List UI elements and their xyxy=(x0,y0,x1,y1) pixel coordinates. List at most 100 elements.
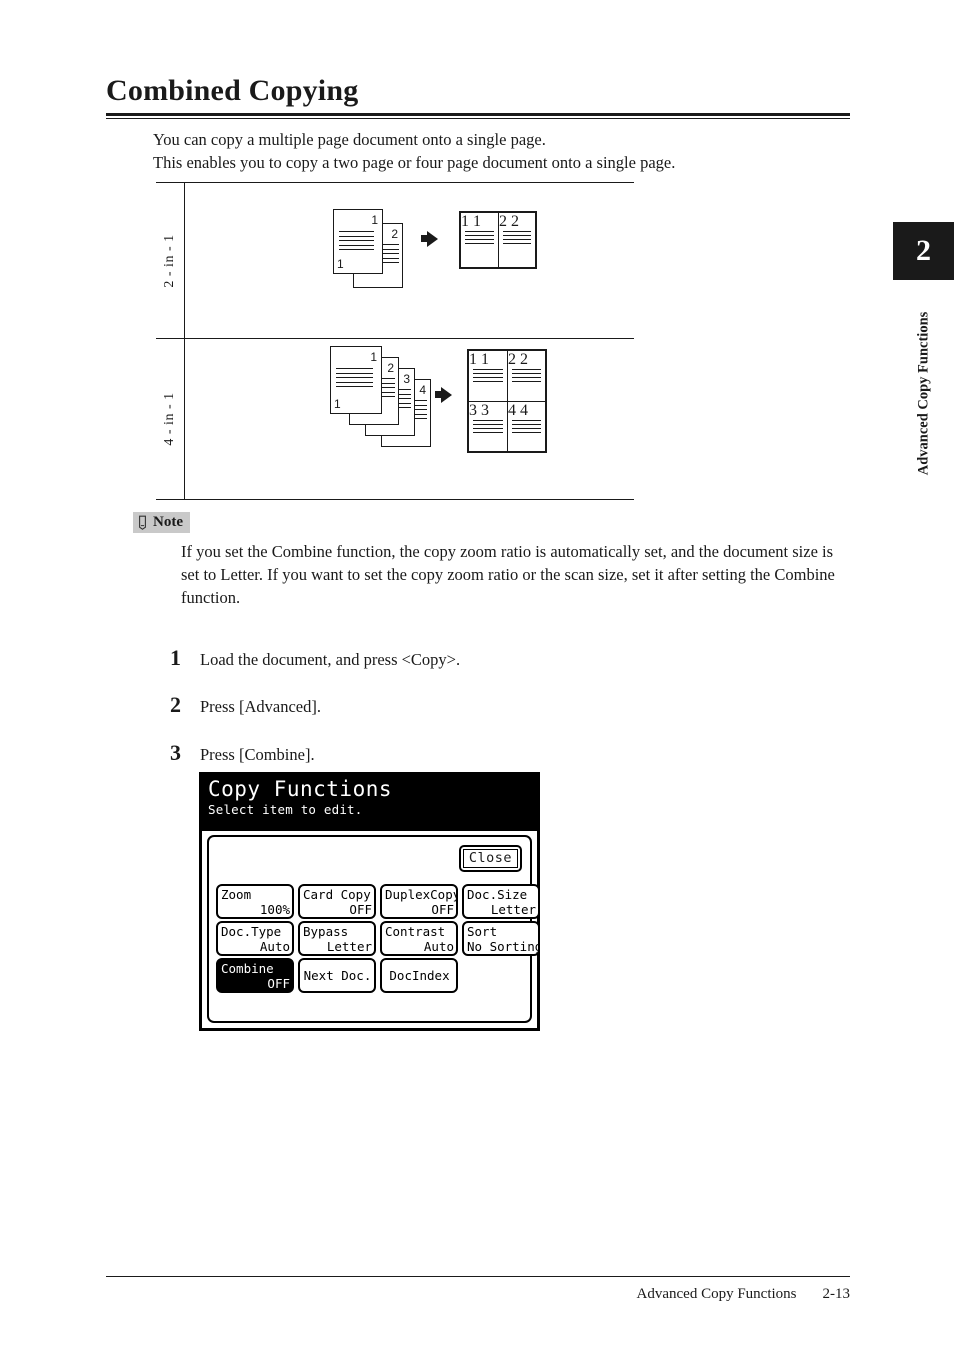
button-label: Contrast xyxy=(385,924,446,939)
function-button-duplex-copy[interactable]: DuplexCopy OFF xyxy=(380,884,458,919)
note-label: Note xyxy=(153,514,183,530)
panel-body: Close Zoom 100% Card Copy OFF DuplexCopy… xyxy=(207,835,540,1023)
sheet-text-lines xyxy=(339,231,374,254)
output-cell-number: 1 xyxy=(461,213,469,230)
chapter-tab-title-text: Advanced Copy Functions xyxy=(915,311,931,476)
source-page-number-bottom: 1 xyxy=(337,257,344,271)
output-cell: 2 2 xyxy=(498,213,535,267)
output-cell: 4 4 xyxy=(507,401,545,451)
diagram-row-label: 2 - in - 1 xyxy=(162,233,177,288)
source-page-number: 3 xyxy=(403,372,410,386)
output-cell-number-bottom: 4 xyxy=(520,402,528,419)
diagram-row-label-cell: 2 - in - 1 xyxy=(156,183,185,338)
button-label: DuplexCopy xyxy=(385,887,458,902)
page-footer: Advanced Copy Functions 2-13 xyxy=(637,1286,850,1303)
button-value: Auto xyxy=(259,939,290,954)
footer-page-number: 2-13 xyxy=(822,1286,851,1302)
intro-paragraph: You can copy a multiple page document on… xyxy=(153,128,873,174)
button-label: DocIndex xyxy=(389,968,450,983)
output-cell: 1 1 xyxy=(461,213,498,267)
intro-line-2: This enables you to copy a two page or f… xyxy=(153,153,676,172)
sheet-text-lines xyxy=(465,231,494,247)
output-cell: 3 3 xyxy=(469,401,507,451)
sheet-text-lines xyxy=(473,420,503,436)
step-number: 3 xyxy=(170,740,181,765)
output-cell-number-bottom: 1 xyxy=(473,213,481,230)
panel-subtitle: Select item to edit. xyxy=(208,802,363,817)
button-label: Doc.Type xyxy=(221,924,282,939)
output-cell-number: 2 xyxy=(499,213,507,230)
step-number: 1 xyxy=(170,645,181,670)
output-cell: 1 1 xyxy=(469,351,507,401)
title-divider xyxy=(106,113,850,119)
step-2: 2 Press [Advanced]. xyxy=(170,692,321,718)
button-value: OFF xyxy=(349,902,372,917)
step-text: Press [Combine]. xyxy=(200,745,315,764)
function-button-bypass[interactable]: Bypass Letter xyxy=(298,921,376,956)
source-page-number: 2 xyxy=(387,361,394,375)
sheet-text-lines xyxy=(336,368,373,391)
close-button-label: Close xyxy=(462,849,518,868)
sheet-text-lines xyxy=(473,369,503,385)
function-button-grid: Zoom 100% Card Copy OFF DuplexCopy OFF D… xyxy=(216,884,540,993)
output-sheet-2in1: 1 1 2 2 xyxy=(459,211,537,269)
step-text: Load the document, and press <Copy>. xyxy=(200,650,461,669)
chapter-tab-number: 2 xyxy=(893,222,954,280)
diagram-row-label-cell: 4 - in - 1 xyxy=(156,339,185,499)
output-cell-number: 1 xyxy=(469,351,477,368)
button-label: Card Copy xyxy=(303,887,371,902)
note-text: If you set the Combine function, the cop… xyxy=(181,542,835,607)
function-button-doc-type[interactable]: Doc.Type Auto xyxy=(216,921,294,956)
sheet-text-lines xyxy=(512,369,541,385)
button-label: Combine xyxy=(221,961,274,976)
function-button-contrast[interactable]: Contrast Auto xyxy=(380,921,458,956)
note-badge: Note xyxy=(133,512,190,534)
step-number: 2 xyxy=(170,692,181,717)
button-value: OFF xyxy=(267,976,290,991)
function-button-card-copy[interactable]: Card Copy OFF xyxy=(298,884,376,919)
output-cell-number: 2 xyxy=(508,351,516,368)
button-value: Letter xyxy=(326,939,372,954)
step-text: Press [Advanced]. xyxy=(200,697,321,716)
output-cell: 2 2 xyxy=(507,351,545,401)
step-1: 1 Load the document, and press <Copy>. xyxy=(170,645,460,671)
intro-line-1: You can copy a multiple page document on… xyxy=(153,130,546,149)
function-button-doc-index[interactable]: DocIndex xyxy=(380,958,458,993)
output-cell-number-bottom: 1 xyxy=(481,351,489,368)
button-label: Doc.Size xyxy=(467,887,528,902)
source-page-number: 1 xyxy=(371,213,378,227)
source-page-number: 1 xyxy=(370,350,377,364)
note-pencil-icon xyxy=(137,515,148,530)
right-arrow-icon xyxy=(421,230,443,248)
diagram-figure-2in1: 2 1 1 1 1 2 2 xyxy=(185,183,634,338)
function-button-sort[interactable]: Sort No Sorting xyxy=(462,921,540,956)
diagram-figure-4in1: 4 3 2 1 1 1 1 2 2 3 3 4 4 xyxy=(185,339,634,499)
output-cell-number-bottom: 2 xyxy=(511,213,519,230)
button-label: Bypass xyxy=(303,924,349,939)
button-value: Auto xyxy=(423,939,454,954)
output-cell-number: 3 xyxy=(469,402,477,419)
combine-diagram: 2 - in - 1 2 1 1 1 1 2 2 4 - in - 1 4 3 … xyxy=(156,182,634,500)
step-3: 3 Press [Combine]. xyxy=(170,740,315,766)
button-value: No Sorting xyxy=(467,939,540,954)
function-button-zoom[interactable]: Zoom 100% xyxy=(216,884,294,919)
output-cell-number-bottom: 3 xyxy=(481,402,489,419)
button-label: Sort xyxy=(467,924,498,939)
function-button-next-doc[interactable]: Next Doc. xyxy=(298,958,376,993)
diagram-row-label: 4 - in - 1 xyxy=(162,392,177,446)
footer-divider xyxy=(106,1276,850,1277)
button-value: Letter xyxy=(490,902,536,917)
panel-header: Copy Functions Select item to edit. xyxy=(202,775,537,831)
panel-title: Copy Functions xyxy=(208,777,393,801)
output-cell-number: 4 xyxy=(508,402,516,419)
function-button-combine[interactable]: Combine OFF xyxy=(216,958,294,993)
button-value: 100% xyxy=(259,902,290,917)
output-sheet-4in1: 1 1 2 2 3 3 4 4 xyxy=(467,349,547,453)
button-label: Zoom xyxy=(221,887,252,902)
source-page-number-bottom: 1 xyxy=(334,397,341,411)
source-page-number: 2 xyxy=(391,227,398,241)
output-cell-number-bottom: 2 xyxy=(520,351,528,368)
function-button-doc-size[interactable]: Doc.Size Letter xyxy=(462,884,540,919)
close-button[interactable]: Close xyxy=(458,845,522,872)
source-sheet-1: 1 1 xyxy=(333,209,383,274)
